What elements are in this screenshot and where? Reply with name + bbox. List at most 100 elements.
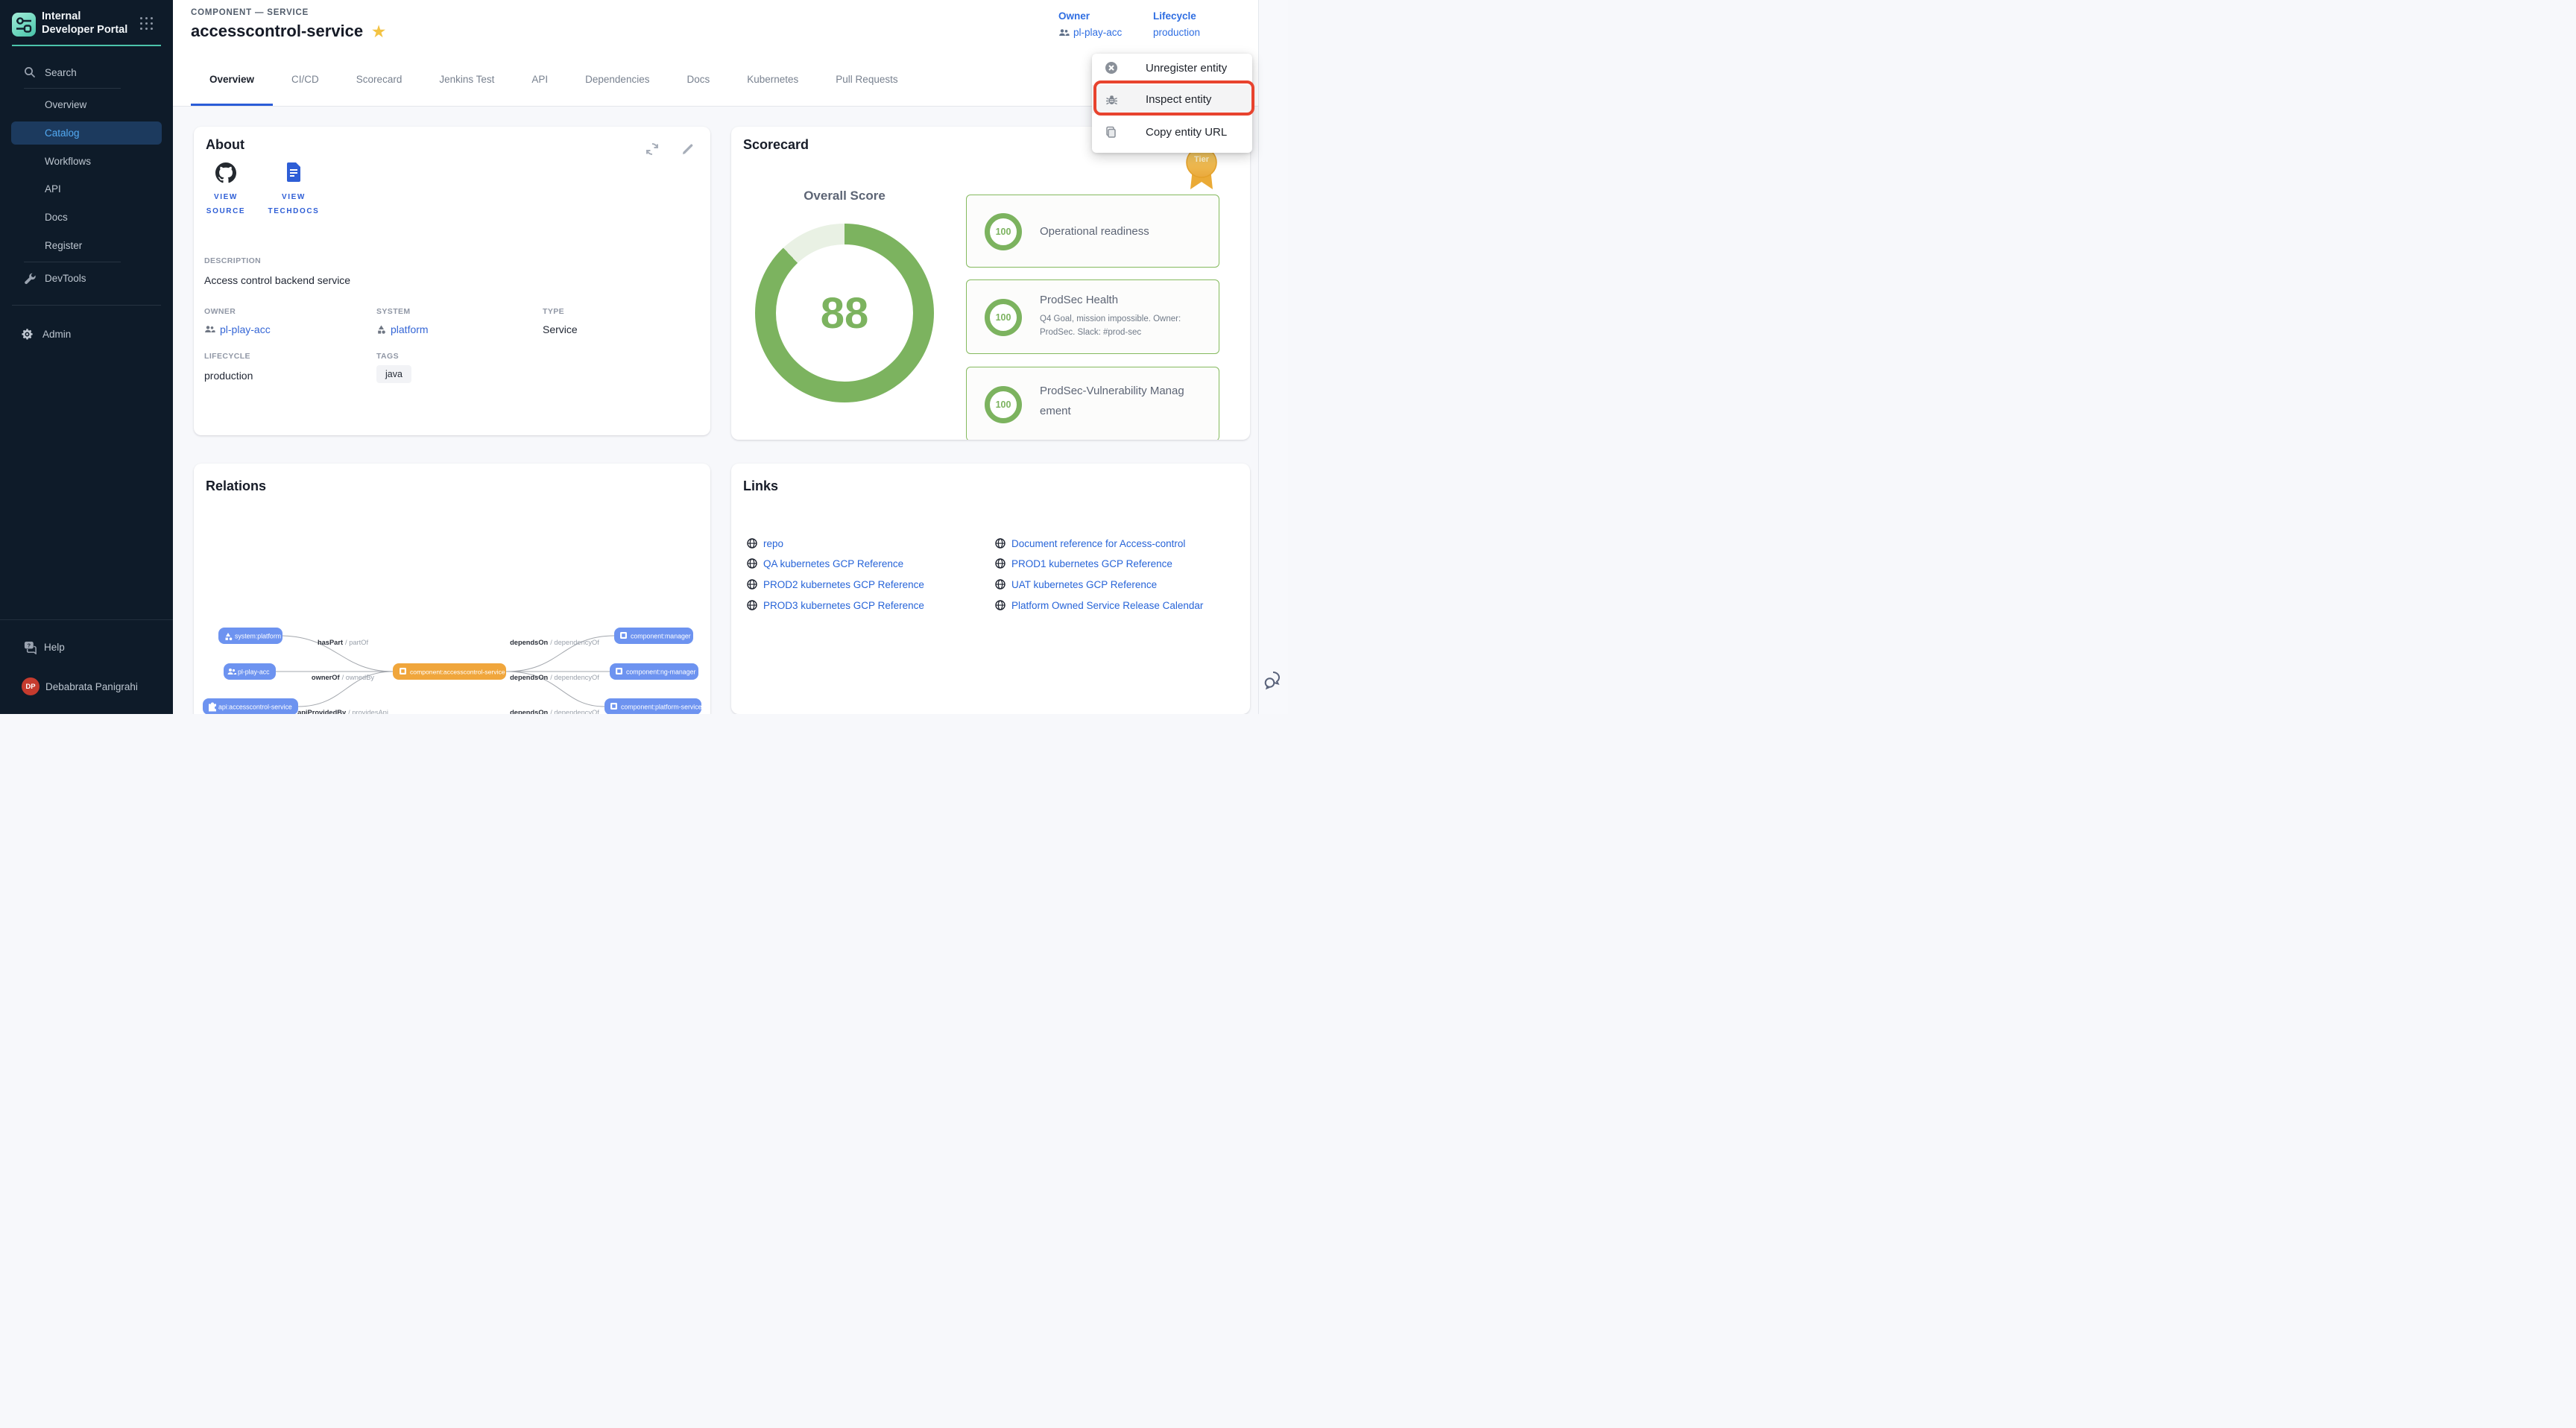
sidebar-item-label: Admin	[42, 329, 71, 340]
lifecycle-value: production	[1153, 27, 1200, 38]
card-title: Scorecard	[743, 137, 809, 153]
graph-node-system-platform[interactable]: system:platform	[218, 628, 282, 644]
view-techdocs-link[interactable]: VIEWTECHDOCS	[258, 162, 329, 218]
tab-api[interactable]: API	[513, 53, 566, 106]
edge-label: hasPart	[318, 639, 343, 646]
sidebar-item-register[interactable]: Register	[0, 235, 173, 256]
sidebar-item-label: Catalog	[45, 127, 80, 139]
link-document-reference[interactable]: Document reference for Access-control	[995, 535, 1185, 552]
relations-graph: hasPart/ partOf ownerOf/ ownedBy apiProv…	[194, 464, 710, 714]
tab-pull-requests[interactable]: Pull Requests	[817, 53, 916, 106]
sidebar-item-help[interactable]: ? Help	[0, 636, 173, 657]
lifecycle-field-label: LIFECYCLE	[204, 352, 250, 361]
owner-link[interactable]: pl-play-acc	[1058, 27, 1122, 38]
link-uat-kubernetes[interactable]: UAT kubernetes GCP Reference	[995, 576, 1157, 593]
refresh-icon[interactable]	[643, 140, 661, 158]
sidebar-search[interactable]: Search	[0, 62, 173, 83]
menu-item-copy-entity-url[interactable]: Copy entity URL	[1092, 118, 1252, 146]
apps-grid-icon[interactable]	[140, 17, 154, 31]
edge-label: dependsOn	[510, 709, 548, 714]
internal-developer-portal-page: Internal Developer Portal Search Overvie…	[0, 0, 1288, 714]
edit-pencil-icon[interactable]	[679, 140, 697, 158]
app-title: Internal Developer Portal	[42, 10, 134, 37]
favorite-star-icon[interactable]: ★	[372, 22, 385, 41]
breadcrumb: COMPONENT — SERVICE	[191, 8, 309, 17]
score-item-prodsec-vulnerability[interactable]: 100 ProdSec-Vulnerability Manag ement	[966, 367, 1219, 440]
tab-docs[interactable]: Docs	[668, 53, 728, 106]
globe-icon	[995, 558, 1006, 569]
sidebar-item-label: API	[45, 183, 61, 195]
tab-scorecard[interactable]: Scorecard	[338, 53, 421, 106]
type-field-label: TYPE	[543, 307, 564, 316]
sidebar-item-devtools[interactable]: DevTools	[0, 268, 173, 288]
globe-icon	[995, 600, 1006, 610]
tab-dependencies[interactable]: Dependencies	[566, 53, 668, 106]
description-value: Access control backend service	[204, 274, 350, 286]
system-icon	[376, 325, 386, 335]
github-icon	[215, 162, 236, 183]
link-repo[interactable]: repo	[747, 535, 783, 552]
right-gutter	[1258, 0, 1288, 714]
unregister-icon	[1105, 61, 1118, 75]
svg-text:system:platform: system:platform	[235, 633, 281, 640]
link-qa-kubernetes[interactable]: QA kubernetes GCP Reference	[747, 555, 903, 572]
tab-cicd[interactable]: CI/CD	[273, 53, 338, 106]
graph-node-component-ng-manager[interactable]: component:ng-manager	[610, 663, 698, 680]
link-release-calendar[interactable]: Platform Owned Service Release Calendar	[995, 597, 1203, 613]
owner-meta: Owner pl-play-acc	[1058, 10, 1122, 38]
sidebar-item-api[interactable]: API	[0, 178, 173, 199]
entity-tabs: Overview CI/CD Scorecard Jenkins Test AP…	[191, 53, 917, 106]
globe-icon	[995, 579, 1006, 590]
user-name: Debabrata Panigrahi	[45, 681, 138, 692]
sidebar-item-admin[interactable]: Admin	[0, 323, 173, 344]
globe-icon	[747, 538, 757, 549]
svg-text:component:manager: component:manager	[631, 633, 691, 640]
sidebar-item-workflows[interactable]: Workflows	[0, 151, 173, 171]
card-title: About	[206, 137, 244, 153]
menu-item-unregister-entity[interactable]: Unregister entity	[1092, 54, 1252, 82]
document-icon	[285, 162, 302, 183]
app-logo[interactable]	[12, 13, 36, 37]
tab-jenkins-test[interactable]: Jenkins Test	[420, 53, 513, 106]
score-item-prodsec-health[interactable]: 100 ProdSec Health Q4 Goal, mission impo…	[966, 279, 1219, 354]
tier-badge: Tier	[1185, 146, 1218, 192]
overall-score-gauge: 88	[755, 224, 934, 402]
tag-chip[interactable]: java	[376, 365, 411, 383]
svg-text:dependsOn/ dependencyOf: dependsOn/ dependencyOf	[510, 639, 599, 646]
about-card: About VIEWSOURCE VIEWTECHDOCS DESCRIPTIO…	[194, 127, 710, 435]
sidebar-item-docs[interactable]: Docs	[0, 206, 173, 227]
edge-label: ownerOf	[312, 674, 341, 681]
tab-overview[interactable]: Overview	[191, 53, 273, 106]
description-label: DESCRIPTION	[204, 256, 261, 265]
relations-card: Relations hasPart/ partOf ownerOf/ owned…	[194, 464, 710, 714]
lifecycle-label: Lifecycle	[1153, 10, 1200, 22]
link-prod1-kubernetes[interactable]: PROD1 kubernetes GCP Reference	[995, 555, 1172, 572]
wrench-icon	[22, 271, 37, 285]
graph-node-component-manager[interactable]: component:manager	[614, 628, 693, 644]
system-field-link[interactable]: platform	[376, 323, 429, 335]
link-prod3-kubernetes[interactable]: PROD3 kubernetes GCP Reference	[747, 597, 924, 613]
score-item-operational-readiness[interactable]: 100 Operational readiness	[966, 195, 1219, 268]
svg-text:component:accesscontrol-servic: component:accesscontrol-service	[410, 669, 505, 676]
graph-node-pl-play-acc[interactable]: pl-play-acc	[224, 663, 276, 680]
svg-text:api:accesscontrol-service: api:accesscontrol-service	[218, 704, 292, 711]
entity-name: accesscontrol-service	[191, 22, 363, 41]
sidebar-item-label: DevTools	[45, 273, 86, 284]
link-prod2-kubernetes[interactable]: PROD2 kubernetes GCP Reference	[747, 576, 924, 593]
owner-field-link[interactable]: pl-play-acc	[204, 323, 271, 335]
sidebar-item-label: Workflows	[45, 156, 91, 167]
view-source-link[interactable]: VIEWSOURCE	[200, 162, 252, 218]
tab-kubernetes[interactable]: Kubernetes	[728, 53, 817, 106]
graph-node-api-accesscontrol-service[interactable]: api:accesscontrol-service	[203, 698, 298, 714]
feedback-chat-icon[interactable]	[1263, 669, 1284, 690]
sidebar-user[interactable]: Debabrata Panigrahi	[0, 676, 173, 697]
sidebar-item-catalog[interactable]: Catalog	[11, 121, 162, 145]
lifecycle-meta: Lifecycle production	[1153, 10, 1200, 38]
sidebar-item-overview[interactable]: Overview	[0, 94, 173, 115]
graph-node-component-accesscontrol-service[interactable]: component:accesscontrol-service	[393, 663, 506, 680]
sidebar-divider	[24, 88, 121, 89]
graph-node-component-platform-service[interactable]: component:platform-service	[604, 698, 702, 714]
type-field-value: Service	[543, 323, 578, 335]
menu-item-inspect-entity[interactable]: Inspect entity	[1092, 85, 1252, 113]
owner-label: Owner	[1058, 10, 1122, 22]
